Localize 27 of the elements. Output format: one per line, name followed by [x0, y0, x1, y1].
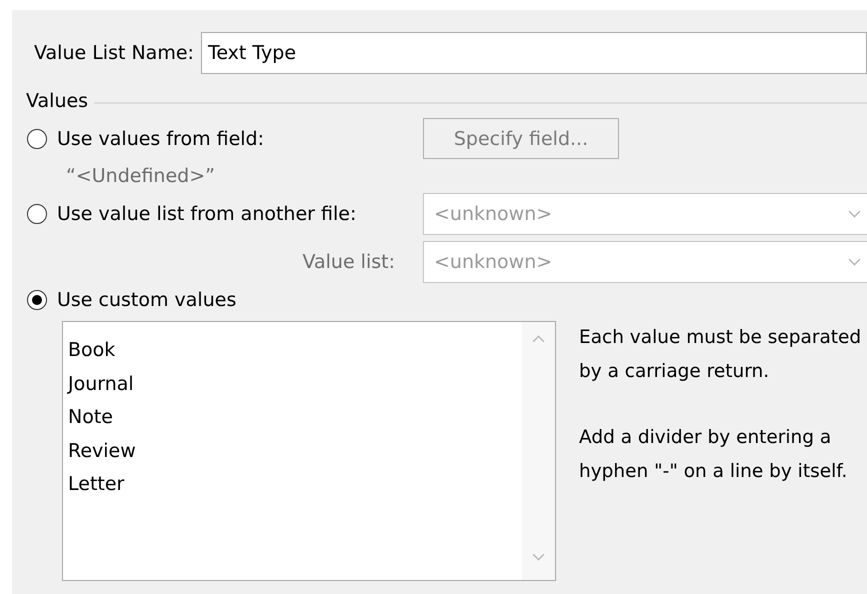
chevron-down-icon: [848, 258, 861, 266]
name-field[interactable]: Text Type: [200, 32, 867, 74]
group-title: Values: [26, 90, 88, 112]
chevron-down-icon: [848, 210, 861, 218]
field-label: Value list:: [301, 251, 395, 273]
value-line: Book: [68, 338, 116, 363]
text-area[interactable]: Book Journal Note Review Letter: [62, 321, 556, 581]
specify-field-button[interactable]: Specify field...: [423, 118, 619, 159]
help-text: Each value must be separated by a carriage return.: [579, 326, 862, 384]
value-line: Letter: [68, 472, 126, 497]
radio-label: Use custom values: [57, 289, 236, 311]
value-line: Journal: [68, 372, 135, 396]
help-text: Add a divider by entering a hyphen "-" on a line by itself.: [579, 426, 848, 484]
radio-label: Use values from field:: [57, 128, 264, 150]
radio-button[interactable]: [27, 128, 47, 148]
field-name: “<Undefined>”: [65, 165, 216, 187]
scrollbar[interactable]: [522, 322, 555, 580]
value-line: Review: [68, 438, 137, 464]
radio-button[interactable]: [27, 204, 47, 224]
dropdown[interactable]: <unknown>: [423, 241, 867, 283]
scroll-down-icon: [532, 553, 545, 562]
radio-label: Use value list from another file:: [57, 203, 356, 225]
radio-button[interactable]: [27, 290, 47, 310]
field-label: Value List Name:: [34, 42, 194, 64]
value-line: Note: [68, 405, 114, 430]
scroll-up-icon: [532, 334, 545, 343]
dropdown[interactable]: <unknown>: [423, 193, 867, 235]
